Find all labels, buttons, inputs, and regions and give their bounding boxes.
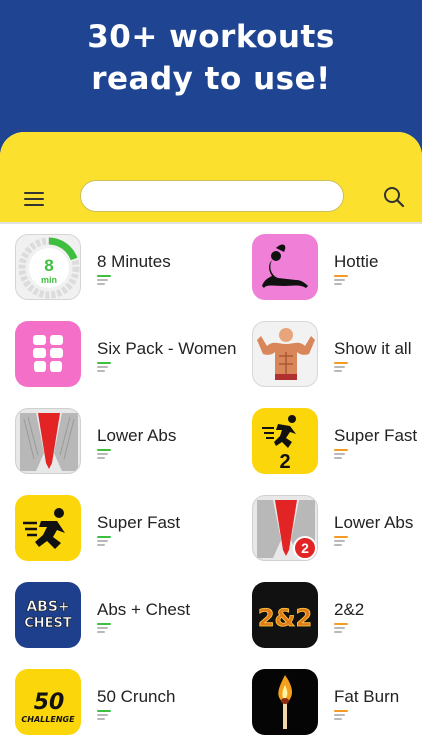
banner-headline-line1: 30+ workouts bbox=[87, 19, 335, 55]
workout-tile[interactable]: 2&2 2&2 bbox=[252, 582, 422, 652]
workout-tile[interactable]: Hottie bbox=[252, 234, 422, 304]
flexing-man-icon bbox=[252, 321, 318, 387]
workout-title: Super Fast bbox=[334, 426, 418, 445]
abs-chest-text-icon: ABS+ CHEST bbox=[15, 582, 81, 648]
workout-title: Lower Abs bbox=[97, 426, 177, 445]
workout-title: 2&2 bbox=[334, 600, 365, 619]
pinup-silhouette-icon bbox=[252, 234, 318, 300]
fiery-2and2-icon: 2&2 bbox=[252, 582, 318, 648]
workout-title: Abs + Chest bbox=[97, 600, 191, 619]
search-input[interactable] bbox=[80, 180, 344, 212]
workout-title: 50 Crunch bbox=[97, 687, 176, 706]
badge-number: 2 bbox=[279, 451, 290, 473]
difficulty-level-icon bbox=[334, 536, 348, 548]
lower-abs-muscle-icon bbox=[15, 408, 81, 474]
top-toolbar bbox=[0, 132, 422, 224]
promo-banner: 30+ workouts ready to use! bbox=[0, 0, 422, 150]
difficulty-level-icon bbox=[97, 710, 111, 722]
workout-title: Lower Abs bbox=[334, 513, 414, 532]
workout-tile[interactable]: 2 Lower Abs bbox=[252, 495, 422, 565]
workout-tile[interactable]: Fat Burn bbox=[252, 669, 422, 739]
difficulty-level-icon bbox=[334, 275, 348, 287]
50-challenge-icon: 50 CHALLENGE bbox=[15, 669, 81, 735]
workout-title: 8 Minutes bbox=[97, 252, 171, 271]
workout-tile[interactable]: 50 CHALLENGE 50 Crunch bbox=[15, 669, 245, 739]
icon-text-50: 50 bbox=[34, 690, 65, 715]
workout-title: Fat Burn bbox=[334, 687, 400, 706]
badge-number: 2 bbox=[301, 540, 309, 556]
workout-tile[interactable]: Show it all bbox=[252, 321, 422, 391]
difficulty-level-icon bbox=[97, 275, 111, 287]
difficulty-level-icon bbox=[334, 362, 348, 374]
search-icon[interactable] bbox=[382, 185, 406, 209]
workout-tile[interactable]: Six Pack - Women bbox=[15, 321, 245, 391]
icon-text-chest: CHEST bbox=[24, 616, 72, 631]
difficulty-level-icon bbox=[97, 623, 111, 635]
difficulty-level-icon bbox=[334, 449, 348, 461]
difficulty-level-icon bbox=[97, 362, 111, 374]
workout-tile[interactable]: 2 Super Fast bbox=[252, 408, 422, 478]
six-pack-abs-icon bbox=[15, 321, 81, 387]
workout-title: Super Fast bbox=[97, 513, 181, 532]
banner-headline-line2: ready to use! bbox=[91, 61, 331, 97]
workout-tile[interactable]: ABS+ CHEST Abs + Chest bbox=[15, 582, 245, 652]
difficulty-level-icon bbox=[334, 710, 348, 722]
icon-text-2and2: 2&2 bbox=[258, 604, 312, 632]
lower-abs-muscle-2-icon: 2 bbox=[252, 495, 318, 561]
workout-title: Show it all bbox=[334, 339, 412, 358]
icon-text-challenge: CHALLENGE bbox=[21, 715, 75, 724]
workout-tile[interactable]: Lower Abs bbox=[15, 408, 245, 478]
workout-tile[interactable]: 8 min 8 Minutes bbox=[15, 234, 245, 304]
difficulty-level-icon bbox=[97, 536, 111, 548]
workout-title: Six Pack - Women bbox=[97, 339, 237, 358]
running-man-icon bbox=[15, 495, 81, 561]
timer-unit: min bbox=[41, 275, 57, 285]
timer-number: 8 bbox=[44, 256, 53, 275]
timer-8-min-icon: 8 min bbox=[15, 234, 81, 300]
running-man-2-icon: 2 bbox=[252, 408, 318, 474]
icon-text-abs: ABS+ bbox=[26, 599, 69, 615]
workout-title: Hottie bbox=[334, 252, 379, 271]
workout-tile[interactable]: Super Fast bbox=[15, 495, 245, 565]
app-screen: 8 min 8 Minutes Hottie Six Pack - Women … bbox=[0, 132, 422, 750]
difficulty-level-icon bbox=[334, 623, 348, 635]
hamburger-menu-icon[interactable] bbox=[24, 192, 46, 206]
burning-match-icon bbox=[252, 669, 318, 735]
difficulty-level-icon bbox=[97, 449, 111, 461]
